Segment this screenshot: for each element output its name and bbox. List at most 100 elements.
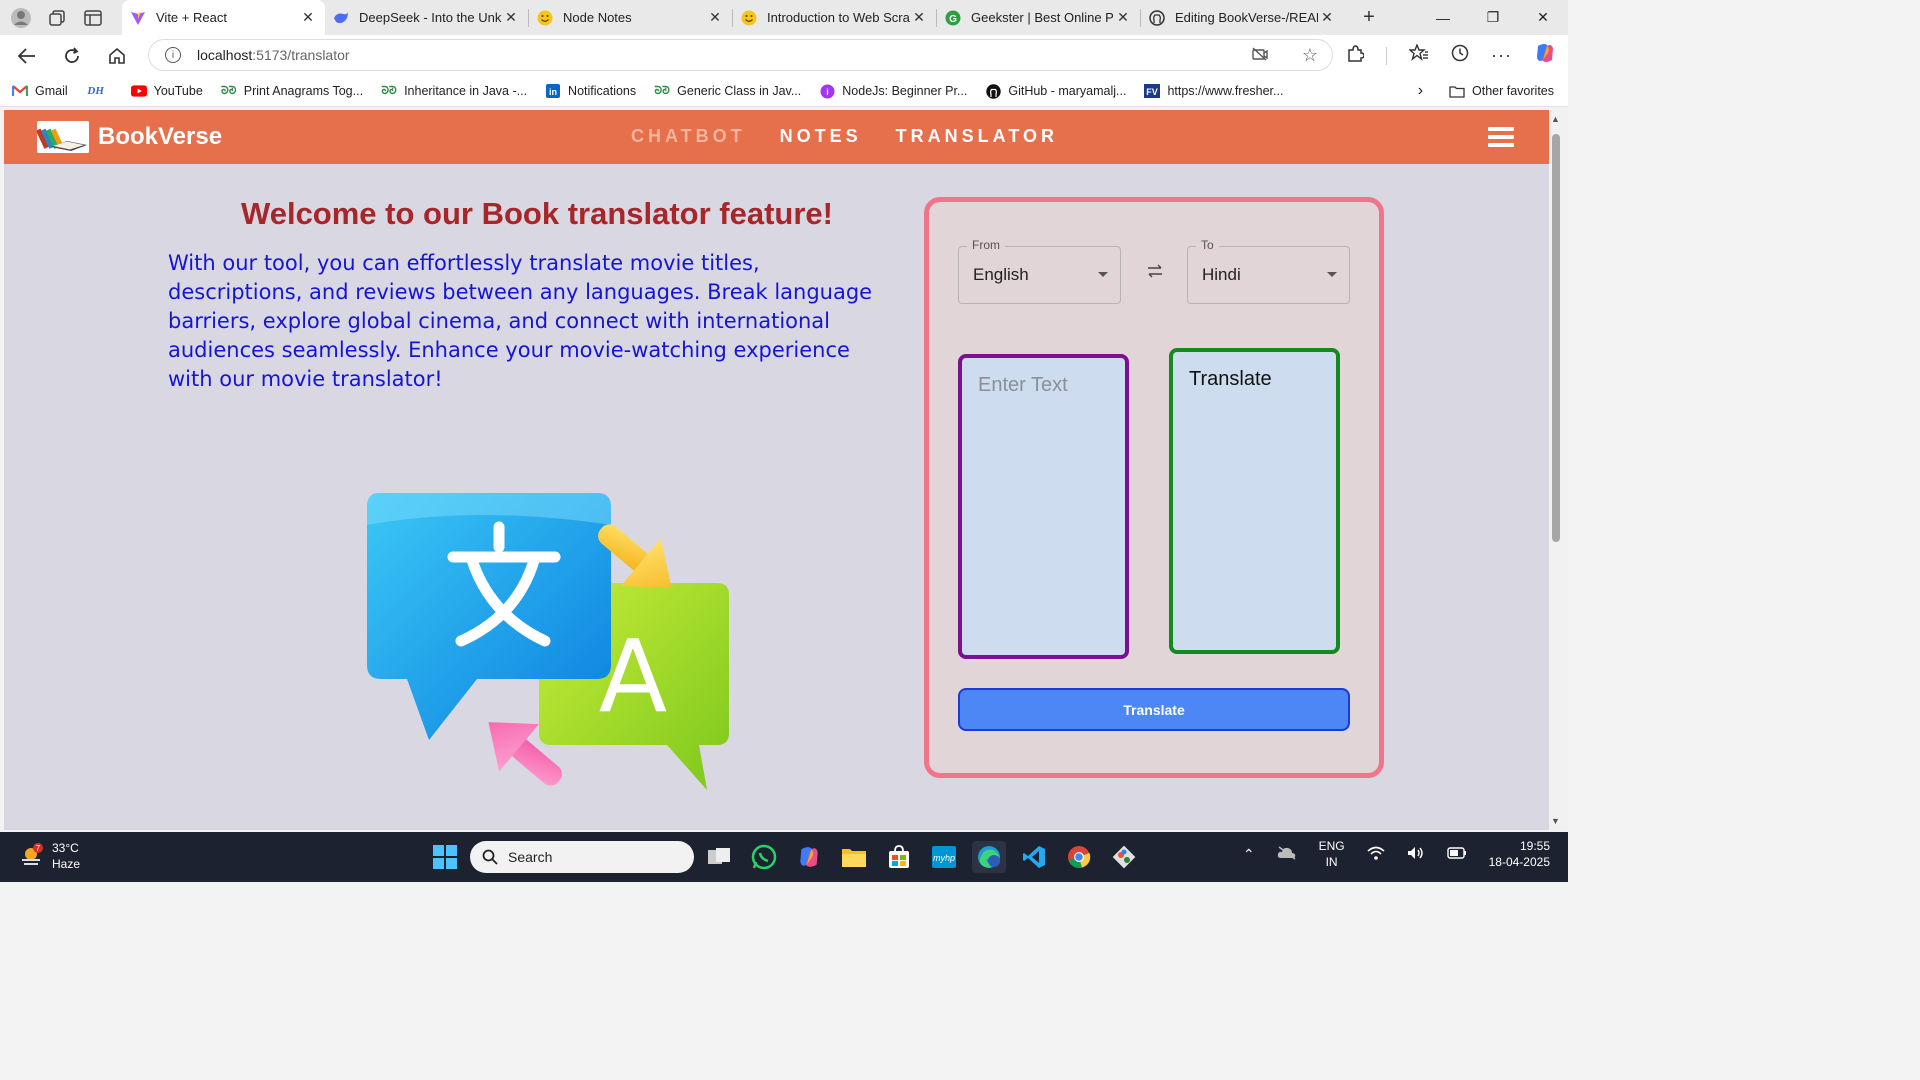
close-tab-icon[interactable]: ✕ (299, 9, 317, 26)
whatsapp-icon[interactable] (747, 841, 781, 873)
battery-icon[interactable] (1446, 846, 1467, 862)
gmail-icon (12, 84, 28, 98)
nav-notes[interactable]: NOTES (780, 126, 862, 147)
bookmark-item[interactable]: in Notifications (545, 84, 636, 98)
close-window-icon[interactable]: ✕ (1518, 0, 1568, 35)
toolbar-divider (1386, 46, 1388, 65)
bookmark-item[interactable]: ᘐᘑ Print Anagrams Tog... (221, 84, 363, 98)
taskbar-search[interactable]: Search (470, 841, 694, 873)
bookmark-item[interactable]: FV https://www.fresher... (1144, 84, 1283, 98)
tab-actions-icon[interactable] (78, 3, 108, 33)
from-label: From (967, 238, 1005, 252)
scroll-up-icon[interactable]: ▲ (1551, 114, 1560, 124)
browser-tab[interactable]: G Geekster | Best Online Pla ✕ (937, 0, 1140, 35)
bookmark-label: NodeJs: Beginner Pr... (842, 84, 968, 98)
chevron-up-icon[interactable]: ⌃ (1243, 846, 1255, 863)
translate-button[interactable]: Translate (958, 688, 1350, 731)
camera-blocked-icon[interactable] (1252, 46, 1268, 64)
page-scrollbar[interactable]: ▲ ▼ (1549, 110, 1568, 830)
bookverse-logo[interactable] (37, 121, 89, 153)
chrome-icon[interactable] (1062, 841, 1096, 873)
bookmark-item[interactable]: ᘐᘑ Generic Class in Jav... (654, 84, 801, 98)
edge-icon[interactable] (972, 841, 1006, 873)
bookmark-item[interactable]: Gmail (12, 84, 68, 98)
swap-languages-icon[interactable] (1146, 264, 1164, 283)
source-text-input[interactable]: Enter Text (958, 354, 1129, 659)
bookmark-label: https://www.fresher... (1167, 84, 1284, 98)
nav-chatbot[interactable]: CHATBOT (631, 126, 746, 147)
bookmark-item[interactable]: YouTube (130, 84, 203, 98)
weather-badge: 7 (36, 844, 41, 853)
bookmark-item[interactable]: ᘐᘑ Inheritance in Java -... (381, 84, 527, 98)
extensions-icon[interactable] (1346, 44, 1365, 67)
favorite-star-icon[interactable]: ☆ (1302, 45, 1318, 66)
close-tab-icon[interactable]: ✕ (1318, 9, 1336, 26)
copilot-icon[interactable] (1534, 42, 1556, 69)
chevron-right-icon[interactable]: › (1418, 82, 1423, 100)
wifi-icon[interactable] (1367, 846, 1385, 863)
browser-tab[interactable]: Editing BookVerse-/READI ✕ (1141, 0, 1344, 35)
profile-icon[interactable] (6, 3, 36, 33)
scroll-down-icon[interactable]: ▼ (1551, 816, 1560, 826)
from-language-select[interactable]: From English (958, 238, 1121, 304)
svg-text:myhp: myhp (933, 853, 955, 863)
nav-translator[interactable]: TRANSLATOR (896, 126, 1058, 147)
browser-tab[interactable]: Vite + React ✕ (122, 0, 325, 35)
system-clock[interactable]: 19:55 18-04-2025 (1489, 838, 1550, 870)
history-icon[interactable] (1451, 44, 1469, 67)
site-info-icon[interactable]: i (165, 47, 181, 63)
browser-tab[interactable]: Introduction to Web Scrap ✕ (733, 0, 936, 35)
other-favorites-label: Other favorites (1472, 84, 1554, 98)
search-icon (482, 849, 498, 865)
youtube-icon (130, 84, 147, 98)
favorites-icon[interactable] (1408, 43, 1429, 67)
bookmark-label: Gmail (35, 84, 68, 98)
close-tab-icon[interactable]: ✕ (1114, 9, 1132, 26)
bookmark-item[interactable]: GitHub - maryamalj... (985, 83, 1127, 99)
bookmark-label: Inheritance in Java -... (404, 84, 528, 98)
clock-date: 18-04-2025 (1488, 855, 1550, 869)
bookmark-label: GitHub - maryamalj... (1008, 84, 1127, 98)
more-options-icon[interactable]: ··· (1491, 45, 1512, 66)
task-view-icon[interactable] (702, 841, 736, 873)
close-tab-icon[interactable]: ✕ (910, 9, 928, 26)
github-icon (1149, 9, 1165, 26)
to-label: To (1196, 238, 1219, 252)
git-tool-icon[interactable] (1107, 841, 1141, 873)
scrollbar-thumb[interactable] (1552, 134, 1560, 542)
browser-tab[interactable]: DeepSeek - Into the Unkn ✕ (325, 0, 528, 35)
browser-tab[interactable]: Node Notes ✕ (529, 0, 732, 35)
hamburger-menu-icon[interactable] (1488, 127, 1514, 147)
input-language[interactable]: ENG IN (1319, 838, 1345, 870)
vscode-icon[interactable] (1017, 841, 1051, 873)
refresh-icon[interactable] (54, 38, 90, 74)
windows-taskbar: 7 33°C Haze Search myhp ⌃ ENG IN 19:55 1… (0, 832, 1568, 882)
to-language-select[interactable]: To Hindi (1187, 238, 1350, 304)
linkedin-icon: in (545, 84, 561, 98)
other-favorites[interactable]: Other favorites (1449, 84, 1554, 98)
microsoft-store-icon[interactable] (882, 841, 916, 873)
volume-icon[interactable] (1407, 846, 1425, 863)
url-bar[interactable]: i localhost:5173/translator ☆ (148, 39, 1333, 71)
myhp-icon[interactable]: myhp (927, 841, 961, 873)
windows-start-icon[interactable] (428, 841, 462, 873)
dh-icon: DH (87, 85, 104, 97)
back-icon[interactable] (9, 38, 45, 74)
copilot-app-icon[interactable] (792, 841, 826, 873)
bookmark-item[interactable]: DH (86, 84, 113, 98)
bookmark-item[interactable]: i NodeJs: Beginner Pr... (819, 84, 967, 98)
file-explorer-icon[interactable] (837, 841, 871, 873)
new-tab-icon[interactable]: + (1354, 6, 1384, 29)
weather-desc: Haze (52, 857, 81, 871)
cloud-offline-icon[interactable] (1277, 845, 1297, 863)
brand-name[interactable]: BookVerse (98, 123, 222, 151)
close-tab-icon[interactable]: ✕ (502, 9, 520, 26)
weather-widget[interactable]: 7 33°C Haze (18, 840, 80, 872)
close-tab-icon[interactable]: ✕ (706, 9, 724, 26)
minimize-icon[interactable]: — (1418, 0, 1468, 35)
restore-icon[interactable]: ❐ (1468, 0, 1518, 35)
tab-title: Geekster | Best Online Pla (971, 10, 1114, 25)
home-icon[interactable] (99, 38, 135, 74)
workspaces-icon[interactable] (42, 3, 72, 33)
bookmark-label: Print Anagrams Tog... (243, 84, 364, 98)
